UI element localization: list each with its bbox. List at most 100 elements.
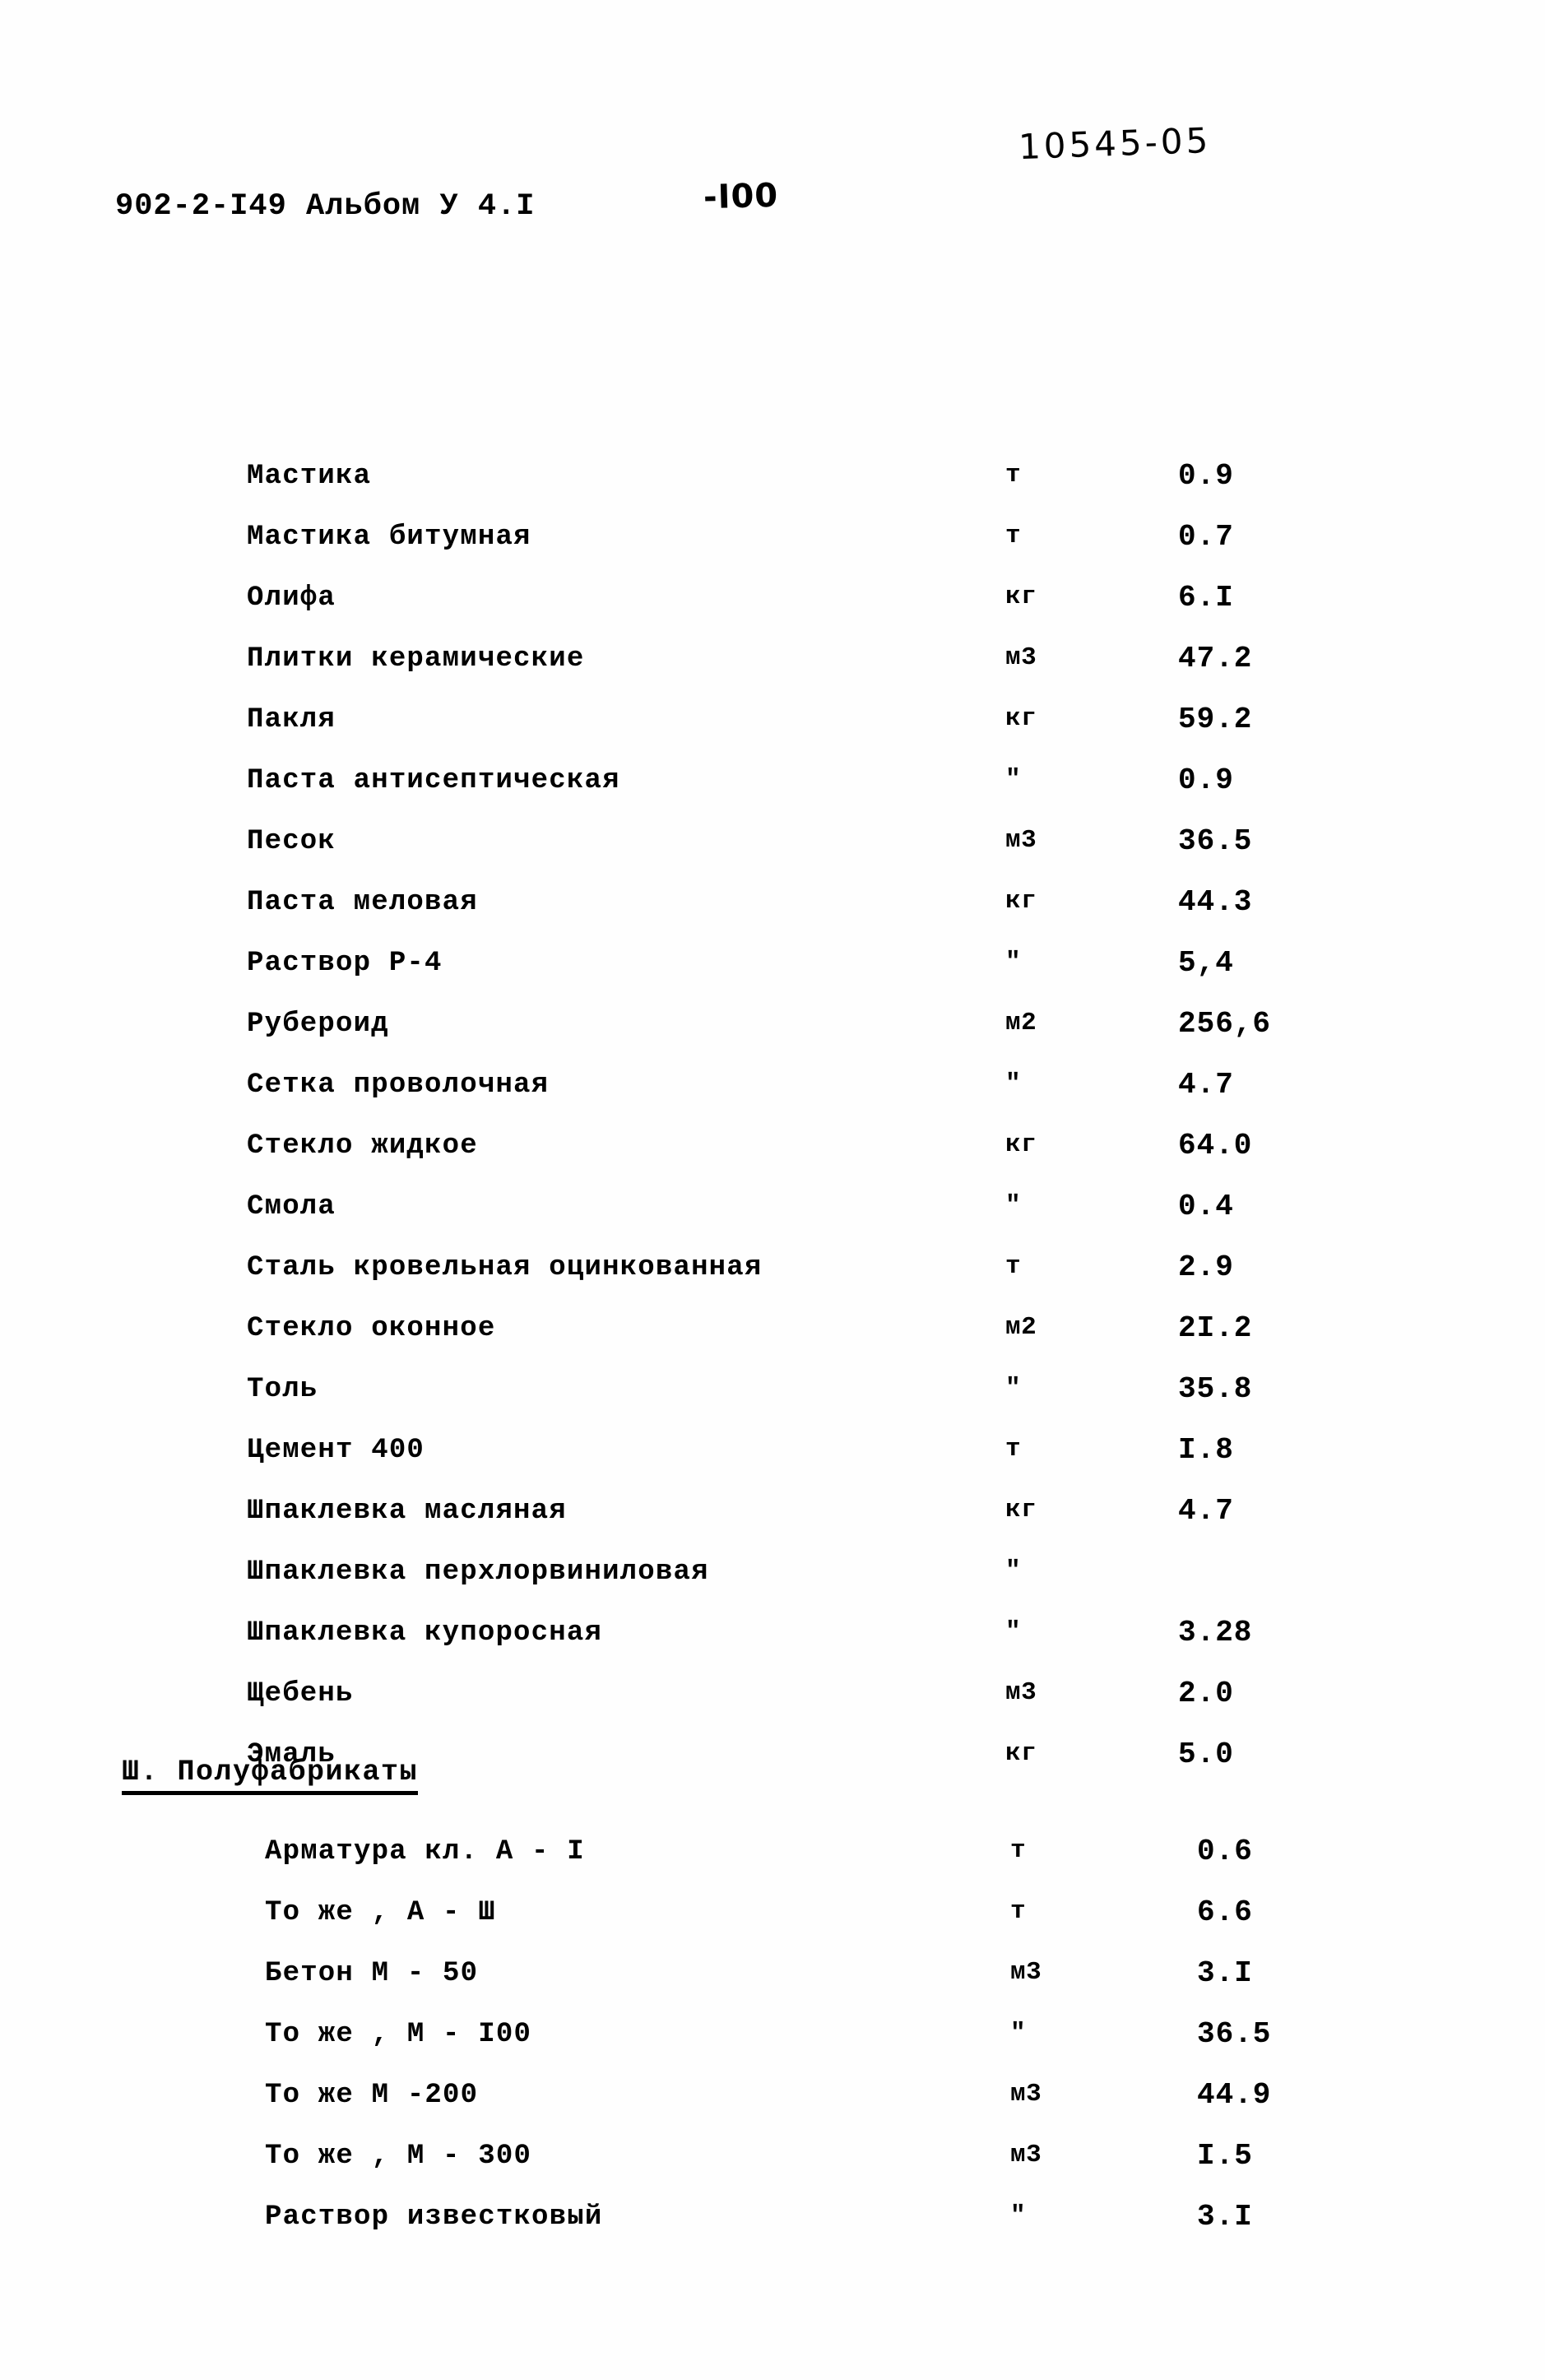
unit-cell: т [1005, 1252, 1022, 1281]
unit-cell: т [1005, 522, 1022, 550]
material-name-cell: Пакля [247, 704, 336, 735]
quantity-cell: I.5 [1197, 2139, 1253, 2173]
table-row: Сталь кровельная оцинкованная т 2.9 [0, 1250, 1545, 1313]
table-row: Арматура кл. А - I т 0.6 [0, 1835, 1545, 1897]
material-name-cell: Паста антисептическая [247, 765, 620, 796]
material-name-cell: Олифа [247, 582, 336, 614]
table-row: Стекло оконное м2 2I.2 [0, 1311, 1545, 1374]
table-row: Шпаклевка масляная кг 4.7 [0, 1494, 1545, 1557]
material-name-cell: Мастика [247, 461, 372, 492]
quantity-cell: 0.4 [1178, 1190, 1234, 1223]
quantity-cell: 35.8 [1178, 1372, 1253, 1406]
unit-cell: кг [1005, 582, 1037, 611]
material-name-cell: Сталь кровельная оцинкованная [247, 1252, 763, 1283]
material-name-cell: Паста меловая [247, 887, 478, 918]
quantity-cell: 44.9 [1197, 2078, 1272, 2112]
unit-cell: " [1005, 1374, 1022, 1403]
table-row: Песок м3 36.5 [0, 824, 1545, 887]
page-number-marker: -I00 [703, 176, 779, 217]
unit-cell: " [1005, 1191, 1022, 1220]
table-row: То же М -200 м3 44.9 [0, 2078, 1545, 2141]
material-name-cell: Раствор известковый [265, 2201, 603, 2233]
table-row: Паста меловая кг 44.3 [0, 885, 1545, 948]
document-code: 902-2-I49 Альбом У 4.I [115, 189, 536, 224]
quantity-cell: 59.2 [1178, 703, 1253, 736]
table-row: Бетон М - 50 м3 3.I [0, 1956, 1545, 2019]
unit-cell: кг [1005, 1739, 1037, 1768]
quantity-cell: 3.I [1197, 1956, 1253, 1990]
unit-cell: " [1005, 1069, 1022, 1098]
quantity-cell: 5.0 [1178, 1737, 1234, 1771]
quantity-cell: 6.I [1178, 581, 1234, 615]
unit-cell: м3 [1010, 1958, 1042, 1987]
unit-cell: " [1005, 765, 1022, 794]
unit-cell: т [1010, 1836, 1027, 1865]
table-row: Олифа кг 6.I [0, 581, 1545, 643]
material-name-cell: Шпаклевка купоросная [247, 1617, 603, 1649]
table-row: Сетка проволочная " 4.7 [0, 1068, 1545, 1130]
quantity-cell: 6.6 [1197, 1895, 1253, 1929]
quantity-cell: 4.7 [1178, 1494, 1234, 1528]
material-name-cell: То же , М - 300 [265, 2141, 532, 2172]
material-name-cell: Песок [247, 826, 336, 857]
unit-cell: м3 [1005, 1678, 1037, 1707]
table-row: Плитки керамические м3 47.2 [0, 642, 1545, 704]
material-name-cell: Стекло жидкое [247, 1130, 478, 1162]
table-row: Мастика битумная т 0.7 [0, 520, 1545, 582]
unit-cell: кг [1005, 1496, 1037, 1524]
material-name-cell: Толь [247, 1374, 318, 1405]
unit-cell: т [1010, 1897, 1027, 1926]
material-name-cell: Рубероид [247, 1009, 389, 1040]
quantity-cell: 36.5 [1197, 2017, 1272, 2051]
unit-cell: кг [1005, 704, 1037, 733]
table-row: Стекло жидкое кг 64.0 [0, 1129, 1545, 1191]
table-row: Мастика т 0.9 [0, 459, 1545, 522]
unit-cell: т [1005, 461, 1022, 489]
quantity-cell: 47.2 [1178, 642, 1253, 675]
semifinished-products-table: Арматура кл. А - I т 0.6 То же , А - Ш т 6.6 Б… [0, 1835, 1545, 2262]
unit-cell: " [1005, 948, 1022, 977]
section-heading-semifinished: Ш. Полуфабрикаты [122, 1756, 419, 1795]
material-name-cell: Бетон М - 50 [265, 1958, 479, 1989]
unit-cell: м3 [1005, 826, 1037, 855]
unit-cell: м3 [1005, 643, 1037, 672]
table-row: Толь " 35.8 [0, 1372, 1545, 1435]
quantity-cell: 36.5 [1178, 824, 1253, 858]
table-row: Шпаклевка купоросная " 3.28 [0, 1616, 1545, 1678]
page-header: 902-2-I49 Альбом У 4.I -I00 [0, 177, 1545, 247]
quantity-cell: 256,6 [1178, 1007, 1272, 1041]
quantity-cell: 2.9 [1178, 1250, 1234, 1284]
quantity-cell: 5,4 [1178, 946, 1234, 980]
table-row: Раствор Р-4 " 5,4 [0, 946, 1545, 1009]
unit-cell: м2 [1005, 1009, 1037, 1037]
material-name-cell: Арматура кл. А - I [265, 1836, 585, 1867]
handwritten-archive-number: 10545-05 [1018, 119, 1213, 168]
quantity-cell: I.8 [1178, 1433, 1234, 1467]
materials-table: Мастика т 0.9 Мастика битумная т 0.7 Олифа кг 6.… [0, 459, 1545, 1800]
quantity-cell: 64.0 [1178, 1129, 1253, 1162]
document-page: 902-2-I49 Альбом У 4.I -I00 10545-05 Мас… [0, 0, 1545, 2380]
quantity-cell: 3.28 [1178, 1616, 1253, 1649]
unit-cell: кг [1005, 1130, 1037, 1159]
table-row: Пакля кг 59.2 [0, 703, 1545, 765]
quantity-cell: 2.0 [1178, 1677, 1234, 1710]
material-name-cell: То же М -200 [265, 2080, 479, 2111]
material-name-cell: Стекло оконное [247, 1313, 496, 1344]
table-row: Рубероид м2 256,6 [0, 1007, 1545, 1069]
unit-cell: кг [1005, 887, 1037, 916]
unit-cell: " [1005, 1557, 1022, 1585]
material-name-cell: Щебень [247, 1678, 354, 1710]
quantity-cell: 3.I [1197, 2200, 1253, 2234]
material-name-cell: То же , М - I00 [265, 2019, 532, 2050]
table-row: То же , М - I00 " 36.5 [0, 2017, 1545, 2080]
quantity-cell: 44.3 [1178, 885, 1253, 919]
unit-cell: " [1010, 2201, 1027, 2230]
material-name-cell: Шпаклевка масляная [247, 1496, 567, 1527]
table-row: То же , М - 300 м3 I.5 [0, 2139, 1545, 2201]
unit-cell: м3 [1010, 2141, 1042, 2169]
material-name-cell: Цемент 400 [247, 1435, 425, 1466]
material-name-cell: Смола [247, 1191, 336, 1222]
quantity-cell: 0.9 [1178, 459, 1234, 493]
material-name-cell: Шпаклевка перхлорвиниловая [247, 1557, 709, 1588]
table-row: Раствор известковый " 3.I [0, 2200, 1545, 2262]
